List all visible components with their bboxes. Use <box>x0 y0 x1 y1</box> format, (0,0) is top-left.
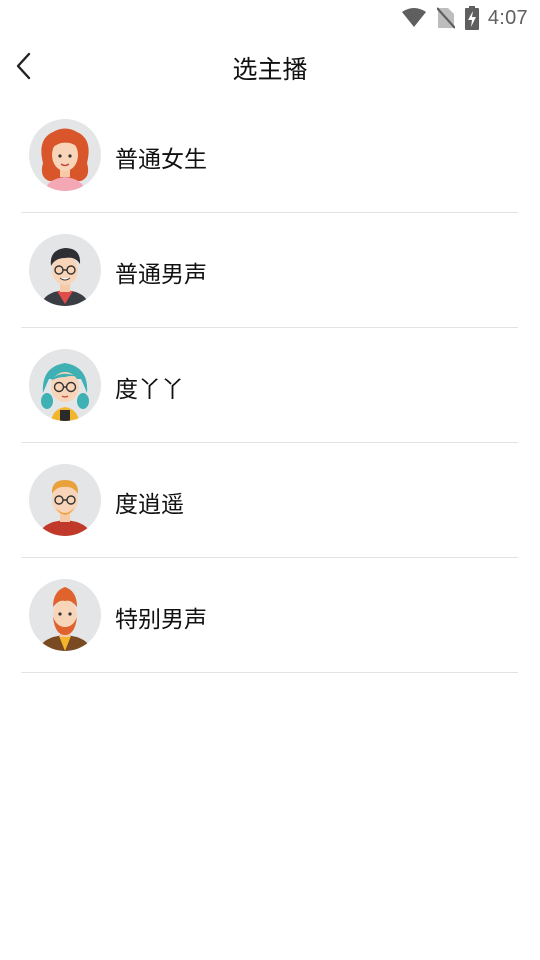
voice-list: 普通女生 普通男声 度丫丫 度逍遥 特别男声 <box>0 98 540 673</box>
page-title: 选主播 <box>232 55 308 84</box>
voice-item-1[interactable]: 普通女生 <box>0 98 540 213</box>
voice-name: 特别男声 <box>115 607 207 633</box>
voice-name: 普通女生 <box>115 147 207 173</box>
avatar-girl-teal-hair <box>29 349 101 421</box>
avatar-man-glasses <box>29 234 101 306</box>
voice-name: 普通男声 <box>115 262 207 288</box>
voice-item-4[interactable]: 度逍遥 <box>0 443 540 558</box>
voice-name: 度丫丫 <box>115 377 184 403</box>
voice-item-3[interactable]: 度丫丫 <box>0 328 540 443</box>
app-header: 选主播 <box>0 40 540 94</box>
voice-item-5[interactable]: 特别男声 <box>0 558 540 673</box>
avatar-man-blond-glasses <box>29 464 101 536</box>
avatar-woman-red-hair <box>29 119 101 191</box>
no-sim-icon <box>436 7 455 29</box>
wifi-icon <box>401 8 427 28</box>
status-bar: 4:07 <box>0 0 540 36</box>
voice-item-2[interactable]: 普通男声 <box>0 213 540 328</box>
battery-charging-icon <box>464 6 479 30</box>
status-time: 4:07 <box>487 6 528 29</box>
divider <box>21 672 518 673</box>
status-icons: 4:07 <box>401 5 528 31</box>
voice-name: 度逍遥 <box>115 492 184 518</box>
avatar-man-ginger-beard <box>29 579 101 651</box>
